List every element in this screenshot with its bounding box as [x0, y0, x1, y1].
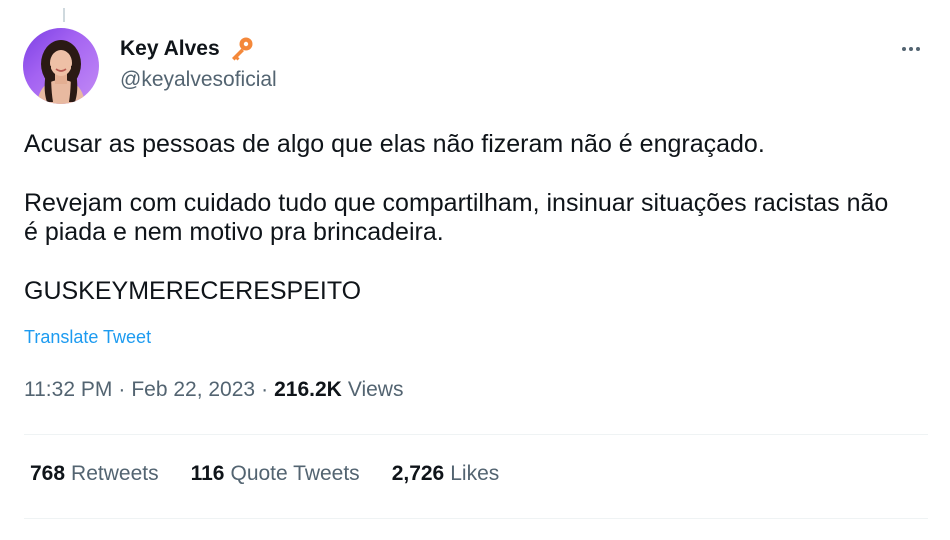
tweet-text: Acusar as pessoas de algo que elas não f…: [24, 130, 904, 306]
tweet-date[interactable]: Feb 22, 2023: [131, 378, 255, 402]
engagement-stats: 768 Retweets 116 Quote Tweets 2,726 Like…: [30, 462, 531, 486]
more-dot-icon: [909, 47, 913, 51]
quote-tweets-count: 116: [190, 462, 225, 485]
quote-tweets-label: Quote Tweets: [230, 462, 360, 485]
quote-tweets-stat[interactable]: 116 Quote Tweets: [191, 462, 360, 486]
likes-label: Likes: [450, 462, 500, 485]
display-name[interactable]: Key Alves: [120, 37, 220, 61]
translate-tweet-link[interactable]: Translate Tweet: [24, 327, 151, 348]
views-count: 216.2K: [274, 378, 342, 401]
key-icon: [228, 36, 254, 62]
tweet-paragraph: Revejam com cuidado tudo que compartilha…: [24, 189, 889, 246]
likes-stat[interactable]: 2,726 Likes: [392, 462, 500, 486]
divider: [24, 434, 928, 435]
meta-separator: ·: [261, 378, 269, 401]
likes-count: 2,726: [391, 462, 445, 485]
user-handle[interactable]: @keyalvesoficial: [120, 68, 277, 92]
retweets-label: Retweets: [71, 462, 159, 485]
name-row: Key Alves: [120, 34, 277, 64]
more-options-button[interactable]: [894, 38, 928, 60]
tweet-metadata: 11:32 PM · Feb 22, 2023 · 216.2K Views: [24, 378, 403, 402]
thread-connector-line: [63, 8, 65, 22]
meta-separator: ·: [118, 378, 126, 401]
tweet-time[interactable]: 11:32 PM: [24, 378, 112, 402]
more-dot-icon: [902, 47, 906, 51]
more-dot-icon: [916, 47, 920, 51]
tweet-hashtag-text: GUSKEYMERECERESPEITO: [24, 277, 362, 305]
divider: [24, 518, 928, 519]
author-block: Key Alves @keyalvesoficial: [120, 34, 277, 92]
avatar[interactable]: [23, 28, 99, 104]
views-label: Views: [347, 378, 404, 401]
retweets-stat[interactable]: 768 Retweets: [30, 462, 159, 486]
tweet-paragraph: Acusar as pessoas de algo que elas não f…: [24, 130, 765, 158]
avatar-photo: [37, 40, 85, 104]
retweets-count: 768: [30, 462, 66, 485]
